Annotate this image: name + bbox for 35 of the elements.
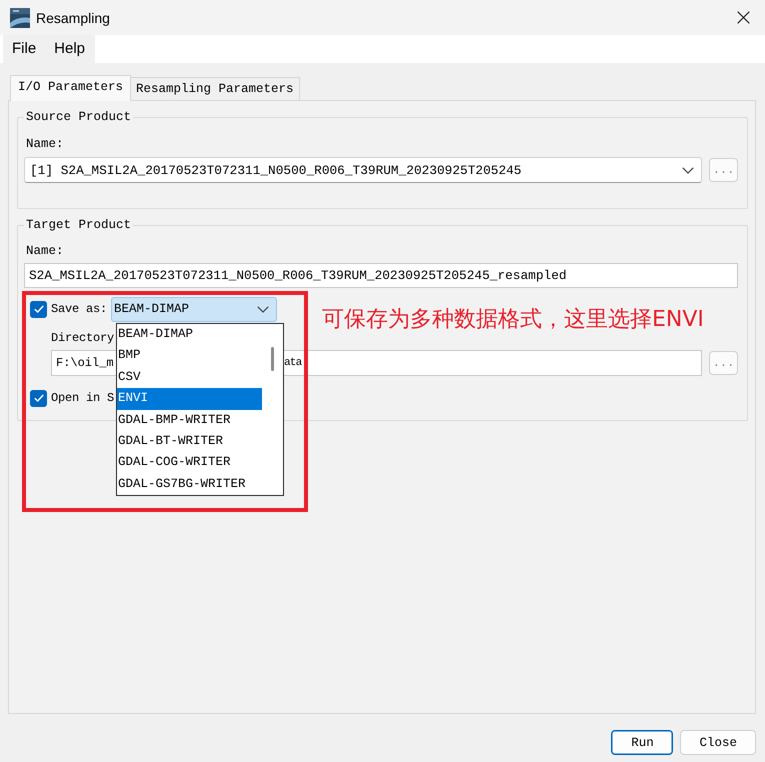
field-label: Directory <box>50 330 114 347</box>
chevron-down-icon <box>257 306 269 312</box>
field-label: Name: <box>25 136 64 153</box>
checkbox-label[interactable]: Save as: <box>51 300 108 318</box>
dropdown-option[interactable]: GDAL-BMP-WRITER <box>117 410 262 431</box>
menu-item[interactable]: Help <box>46 35 96 63</box>
menu-item[interactable]: File <box>3 35 46 63</box>
checkbox[interactable] <box>30 390 47 406</box>
dropdown-option[interactable]: GDAL-GS7BG-WRITER <box>117 474 262 495</box>
window-title: Resampling <box>36 8 110 26</box>
tab[interactable]: Resampling Parameters <box>130 77 300 100</box>
product-dropdown[interactable]: [1] S2A_MSIL2A_20170523T072311_N0500_R006_T39RUM_20230925T205245 <box>24 157 702 183</box>
dialog-button[interactable]: Close <box>680 730 756 755</box>
annotation-text: 可保存为多种数据格式，这里选择ENVI <box>322 308 704 332</box>
field-value: ata <box>284 357 302 369</box>
checkmark-icon <box>34 305 44 313</box>
app-icon <box>10 8 30 28</box>
group-title: Source Product <box>25 110 132 125</box>
dialog-button[interactable]: Run <box>611 730 674 755</box>
scrollbar-thumb[interactable] <box>271 347 274 371</box>
chevron-down-icon <box>682 166 694 174</box>
group-title: Target Product <box>25 218 132 233</box>
dropdown-option[interactable]: GDAL-BT-WRITER <box>117 430 262 452</box>
format-dropdown[interactable]: BEAM-DIMAP <box>111 296 277 322</box>
dropdown-option[interactable]: BEAM-DIMAP <box>117 324 262 346</box>
checkbox[interactable] <box>30 300 47 318</box>
close-icon[interactable] <box>737 11 750 24</box>
checkmark-icon <box>34 394 44 402</box>
checkbox-label[interactable]: Open in S <box>51 389 114 407</box>
tab[interactable]: I/O Parameters <box>10 75 132 101</box>
dropdown-option[interactable]: GDAL-COG-WRITER <box>117 452 262 474</box>
dropdown-option[interactable]: ENVI <box>117 388 262 410</box>
input-field[interactable]: S2A_MSIL2A_20170523T072311_N0500_R006_T39RUM_20230925T205245_resampled <box>24 263 738 288</box>
field-value: F:\oil_m <box>56 356 115 370</box>
field-label: Name: <box>25 243 64 260</box>
